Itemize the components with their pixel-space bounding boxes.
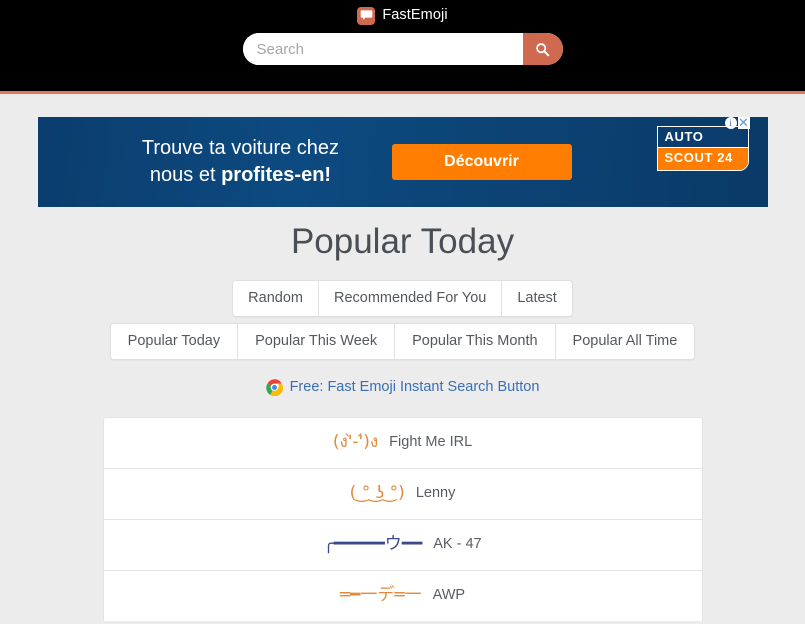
ad-controls: i ✕	[724, 117, 750, 129]
ad-headline-line1: Trouve ta voiture chez	[141, 137, 340, 159]
chrome-icon	[265, 378, 283, 397]
tab-recommended-for-you[interactable]: Recommended For You	[318, 281, 503, 316]
brand[interactable]: FastEmoji	[0, 0, 805, 26]
close-icon[interactable]: ✕	[737, 117, 750, 129]
primary-tab-group: Random Recommended For You Latest	[232, 280, 573, 317]
autoscout24-logo-bottom: SCOUT 24	[657, 148, 748, 170]
ad-headline-line2: nous et profites-en!	[96, 162, 386, 189]
autoscout24-logo: AUTO SCOUT 24	[656, 126, 749, 171]
magnifier-icon	[535, 42, 550, 57]
brand-name: FastEmoji	[382, 7, 448, 24]
tab-popular-this-week[interactable]: Popular This Week	[238, 323, 396, 359]
emoji-label: AWP	[432, 587, 466, 604]
main-content: Popular Today Random Recommended For You…	[0, 221, 805, 621]
search-button[interactable]	[522, 33, 563, 65]
ad-headline-line2-prefix: nous et	[149, 164, 222, 186]
emoji-label: AK - 47	[433, 536, 482, 553]
extension-promo-link[interactable]: Free: Fast Emoji Instant Search Button	[290, 380, 540, 395]
tab-latest[interactable]: Latest	[502, 281, 572, 316]
tab-popular-today[interactable]: Popular Today	[110, 323, 239, 359]
primary-tab-row: Random Recommended For You Latest	[0, 280, 805, 317]
speech-bubble-icon	[357, 6, 376, 25]
extension-promo-row: Free: Fast Emoji Instant Search Button	[0, 378, 805, 397]
page-title: Popular Today	[290, 222, 515, 261]
emoji-art: ( ͜° ͜ʖ ͜°)	[349, 483, 405, 504]
secondary-tab-row: Popular Today Popular This Week Popular …	[0, 322, 805, 360]
search-input[interactable]	[242, 33, 523, 65]
emoji-art: ╭━━━━━ウ━━	[323, 534, 423, 555]
emoji-art: (ง'̀-'́)ง	[332, 432, 379, 453]
site-header: FastEmoji	[0, 0, 805, 94]
list-item[interactable]: ( ͜° ͜ʖ ͜°) Lenny	[102, 467, 703, 519]
searchbar	[242, 33, 563, 65]
adchoices-info-icon[interactable]: i	[724, 117, 737, 129]
list-item[interactable]: (ง'̀-'́)ง Fight Me IRL	[102, 416, 703, 468]
ad-banner[interactable]: Trouve ta voiture chez nous et profites-…	[37, 117, 768, 207]
secondary-tab-group: Popular Today Popular This Week Popular …	[109, 322, 696, 360]
list-item[interactable]: ═━一デ═一 AWP	[102, 569, 703, 621]
tab-popular-all-time[interactable]: Popular All Time	[555, 323, 695, 359]
ad-area: Trouve ta voiture chez nous et profites-…	[0, 94, 805, 207]
autoscout24-logo-top: AUTO	[657, 127, 748, 149]
ad-headline: Trouve ta voiture chez nous et profites-…	[96, 135, 386, 189]
emoji-label: Fight Me IRL	[389, 434, 473, 451]
emoji-list: (ง'̀-'́)ง Fight Me IRL ( ͜° ͜ʖ ͜°) Lenny…	[102, 416, 703, 621]
emoji-label: Lenny	[415, 485, 456, 502]
list-item[interactable]: ╭━━━━━ウ━━ AK - 47	[102, 518, 703, 570]
emoji-art: ═━一デ═一	[339, 585, 422, 606]
ad-headline-line2-bold: profites-en!	[221, 164, 332, 186]
ad-cta-button[interactable]: Découvrir	[391, 144, 572, 180]
searchbar-wrap	[0, 33, 805, 65]
tab-popular-this-month[interactable]: Popular This Month	[395, 323, 556, 359]
tab-random[interactable]: Random	[233, 281, 319, 316]
